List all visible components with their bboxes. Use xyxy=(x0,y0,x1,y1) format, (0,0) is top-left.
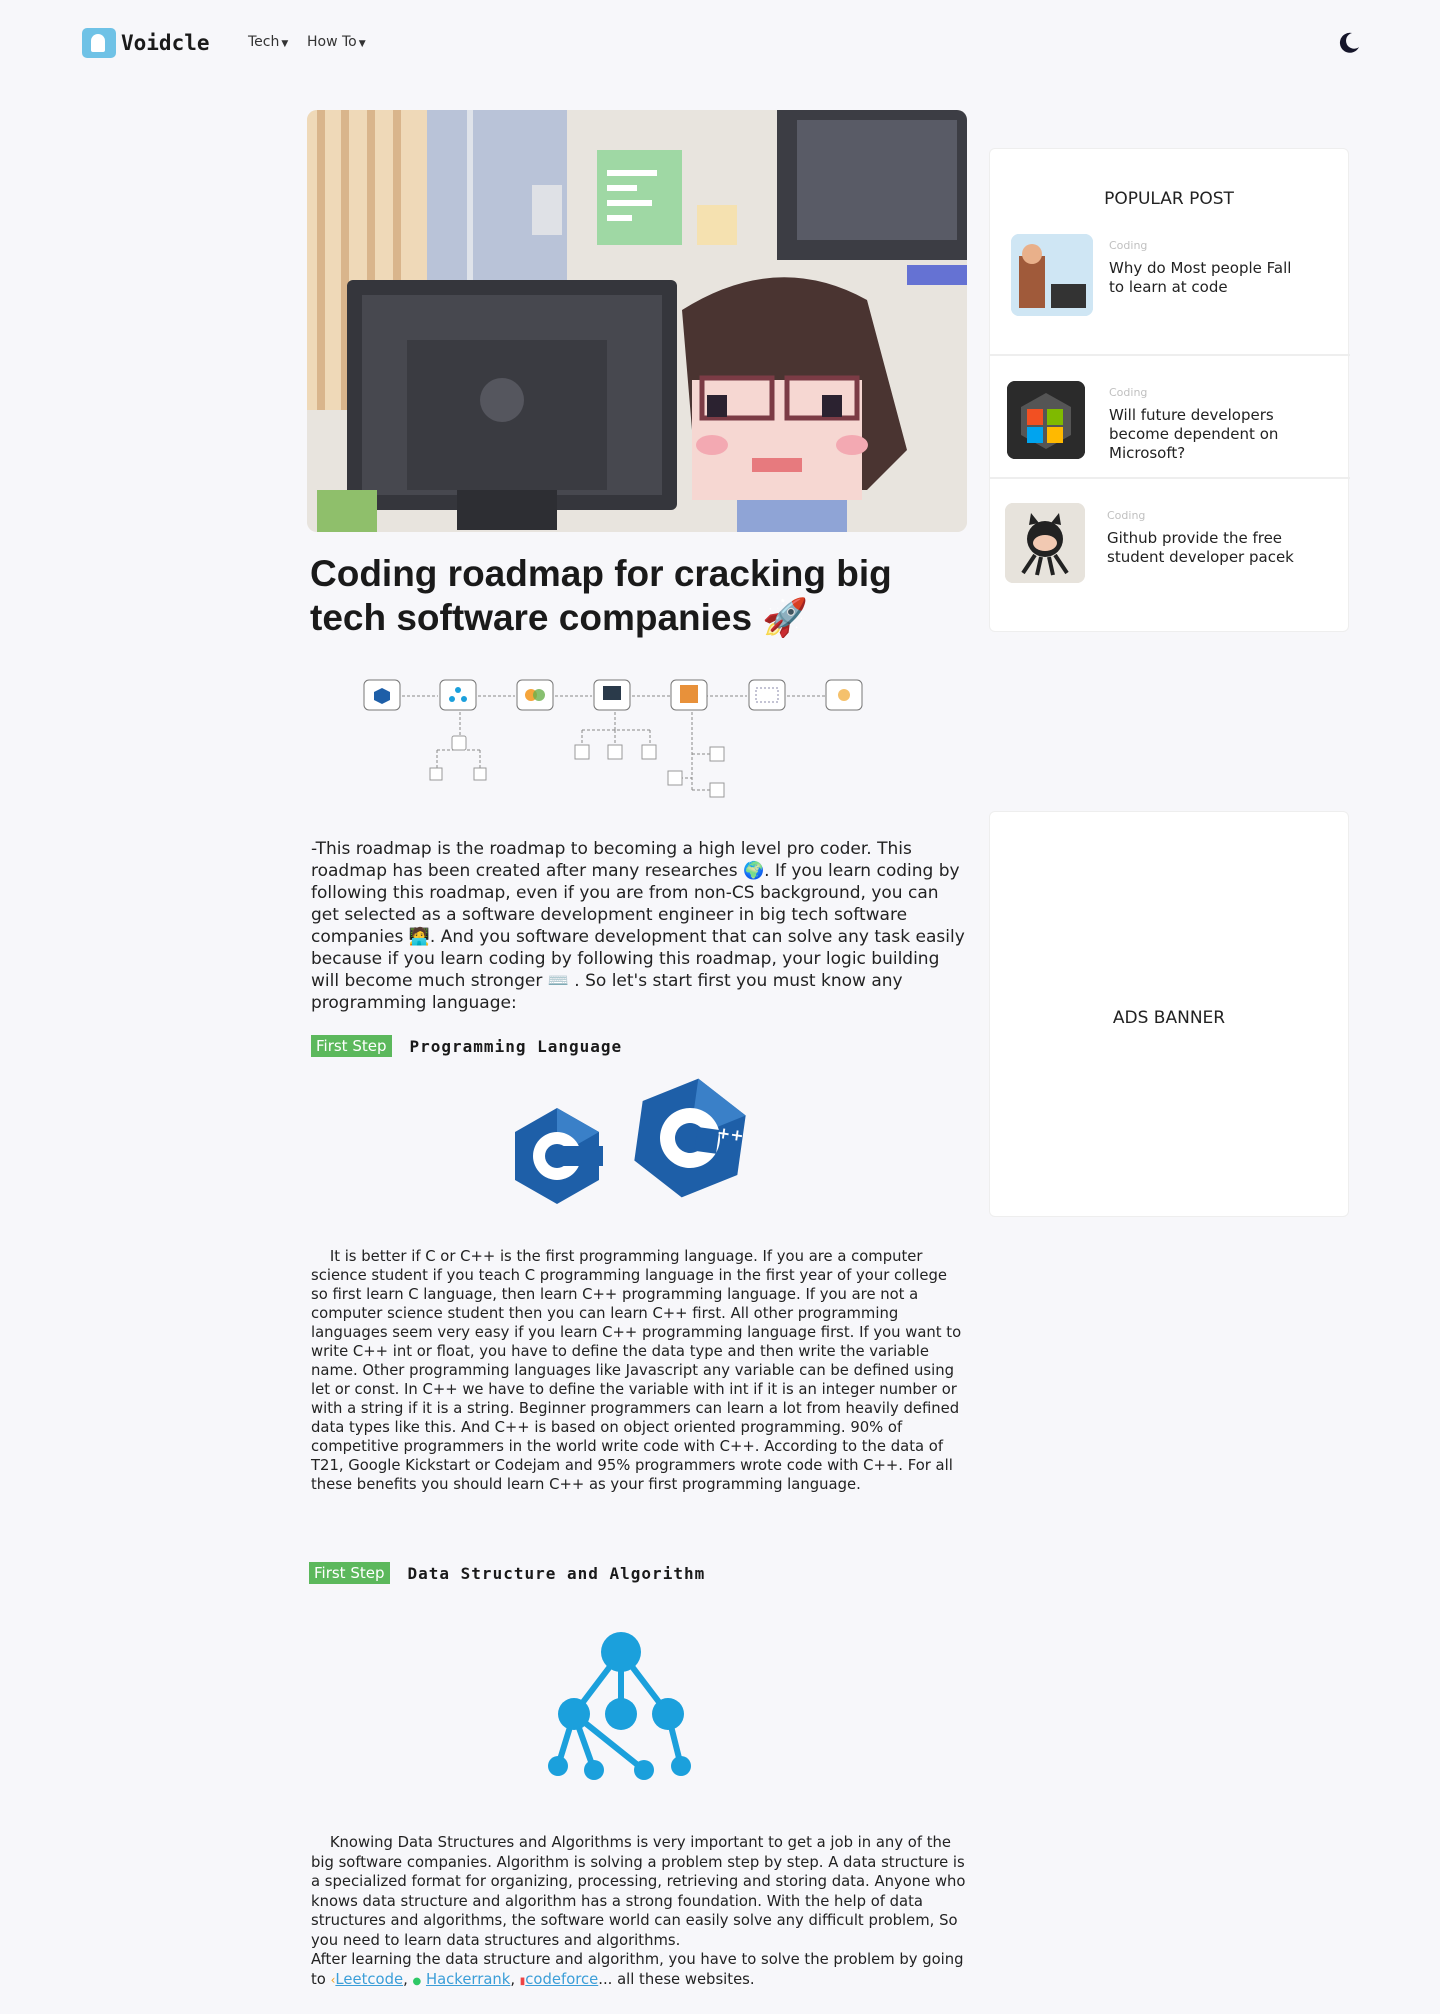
roadmap-diagram xyxy=(363,679,863,798)
logo-text: Voidcle xyxy=(121,31,210,55)
logo-icon xyxy=(82,28,116,58)
nav-howto-label: How To xyxy=(307,34,357,50)
step-1-text: It is better if C or C++ is the first pr… xyxy=(311,1247,967,1494)
post-category: Coding xyxy=(1109,239,1148,252)
step-2-text2-post: ... all these websites. xyxy=(598,1970,755,1988)
step-title: Data Structure and Algorithm xyxy=(407,1563,706,1583)
caret-down-icon: ▼ xyxy=(358,39,366,49)
post-category: Coding xyxy=(1107,509,1146,522)
svg-text:++: ++ xyxy=(716,1123,745,1146)
article-title: Coding roadmap for cracking big tech sof… xyxy=(310,553,892,638)
popular-post[interactable]: Coding Why do Most people Fall to learn … xyxy=(990,233,1350,356)
ads-banner[interactable]: ADS BANNER xyxy=(989,811,1349,1217)
step-programming-language: First Step Programming Language xyxy=(311,1035,622,1057)
popular-post[interactable]: Coding Github provide the free student d… xyxy=(990,479,1350,602)
step-badge: First Step xyxy=(309,1562,390,1584)
nav-tech[interactable]: Tech ▼ xyxy=(248,34,288,50)
post-thumbnail xyxy=(1007,381,1085,459)
popular-post[interactable]: Coding Will future developers become dep… xyxy=(990,356,1350,479)
post-thumbnail xyxy=(1005,503,1085,583)
post-thumbnail xyxy=(1011,234,1093,316)
step-2-text-content: Knowing Data Structures and Algorithms i… xyxy=(311,1834,966,1949)
post-category: Coding xyxy=(1109,386,1148,399)
moon-icon[interactable] xyxy=(1336,30,1362,56)
caret-down-icon: ▼ xyxy=(281,39,289,49)
step-1-text-content: It is better if C or C++ is the first pr… xyxy=(311,1248,962,1493)
step-badge: First Step xyxy=(311,1035,392,1057)
step-title: Programming Language xyxy=(409,1036,623,1056)
nav-tech-label: Tech xyxy=(248,34,280,50)
nav-howto[interactable]: How To ▼ xyxy=(307,34,366,50)
hackerrank-link[interactable]: Hackerrank xyxy=(426,1971,510,1988)
cpp-logo: ++ xyxy=(634,1078,746,1198)
site-header: Voidcle Tech ▼ How To ▼ xyxy=(0,0,1440,90)
popular-title: POPULAR POST xyxy=(1104,189,1234,209)
leetcode-link[interactable]: Leetcode xyxy=(335,1971,403,1988)
hackerrank-icon: ● xyxy=(412,1975,422,1987)
site-logo[interactable]: Voidcle xyxy=(82,28,210,58)
post-title[interactable]: Github provide the free student develope… xyxy=(1107,529,1307,567)
step-2-text: Knowing Data Structures and Algorithms i… xyxy=(311,1834,966,1988)
c-logo xyxy=(515,1108,603,1204)
ads-banner-label: ADS BANNER xyxy=(1112,1008,1226,1028)
c-cpp-logos: ++ xyxy=(515,1078,746,1204)
article-intro: -This roadmap is the roadmap to becoming… xyxy=(311,839,965,1013)
post-title[interactable]: Will future developers become dependent … xyxy=(1109,406,1309,463)
step-dsa: First Step Data Structure and Algorithm xyxy=(309,1562,705,1584)
hero-image xyxy=(307,110,967,532)
codeforces-link[interactable]: codeforce xyxy=(525,1971,598,1988)
post-title[interactable]: Why do Most people Fall to learn at code xyxy=(1109,259,1309,297)
popular-posts-card: POPULAR POST Coding Why do Most people F… xyxy=(989,148,1350,632)
tree-structure-icon xyxy=(548,1632,691,1780)
